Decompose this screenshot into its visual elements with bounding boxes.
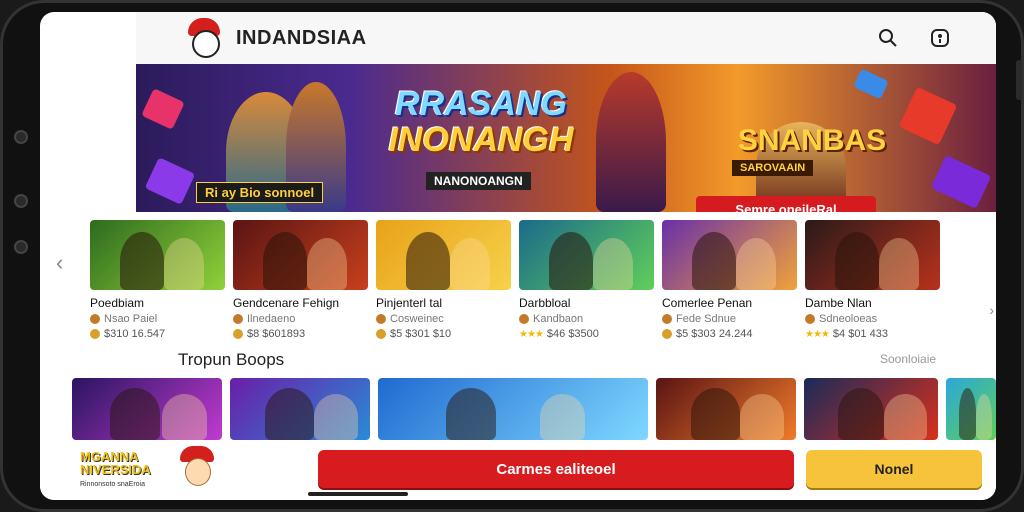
- hero-left-tag: Ri ay Bio sonnoel: [196, 182, 324, 203]
- game-card[interactable]: Poedbiam Nsao Paiel $310 16.547: [90, 220, 225, 340]
- coin-icon: [376, 329, 386, 339]
- coin-icon: [233, 329, 243, 339]
- publisher-icon: [376, 314, 386, 324]
- sensor-icon: [16, 242, 26, 252]
- primary-cta-button[interactable]: Carmes ealiteoel: [318, 450, 794, 488]
- game-tile[interactable]: [656, 378, 796, 440]
- publisher-icon: [662, 314, 672, 324]
- game-card[interactable]: Dambe Nlan Sdneoloeas ★★★ $4 $01 433: [805, 220, 940, 340]
- game-meta: $310 16.547: [90, 328, 225, 340]
- hero-character: [596, 72, 666, 212]
- publisher-icon: [805, 314, 815, 324]
- profile-icon[interactable]: [928, 26, 952, 50]
- avatar[interactable]: [178, 446, 216, 486]
- publisher-icon: [233, 314, 243, 324]
- game-subtitle: Kandbaon: [519, 313, 654, 325]
- section-see-all-link[interactable]: Soonloiaie: [880, 352, 936, 366]
- game-thumbnail[interactable]: [519, 220, 654, 290]
- game-title[interactable]: Dambe Nlan: [805, 296, 940, 310]
- rating-stars-icon: ★★★: [805, 328, 830, 340]
- phone-frame: INDANDSIAA RRASANG INONANGH NANONOANGN R…: [0, 0, 1024, 512]
- game-tile[interactable]: [230, 378, 370, 440]
- game-tile[interactable]: [804, 378, 938, 440]
- search-icon[interactable]: [876, 26, 900, 50]
- game-title[interactable]: Pinjenterl tal: [376, 296, 511, 310]
- app-screen: INDANDSIAA RRASANG INONANGH NANONOANGN R…: [40, 12, 996, 500]
- app-title: INDANDSIAA: [236, 26, 367, 49]
- game-subtitle: Nsao Paiel: [90, 313, 225, 325]
- home-indicator: [308, 492, 408, 496]
- publisher-icon: [90, 314, 100, 324]
- game-card[interactable]: Pinjenterl tal Cosweinec $5 $301 $10: [376, 220, 511, 340]
- game-tile[interactable]: [946, 378, 996, 440]
- chevron-right-icon[interactable]: ›: [989, 302, 994, 318]
- game-thumbnail[interactable]: [662, 220, 797, 290]
- game-meta: $5 $303 24.244: [662, 328, 797, 340]
- hero-right-title: SNANBAS: [737, 124, 887, 157]
- game-title[interactable]: Comerlee Penan: [662, 296, 797, 310]
- game-thumbnail[interactable]: [376, 220, 511, 290]
- hero-cta-button[interactable]: Semre oneileRal: [696, 196, 876, 212]
- section-title: Tropun Boops: [178, 350, 285, 369]
- game-meta: ★★★ $4 $01 433: [805, 328, 888, 340]
- game-title[interactable]: Poedbiam: [90, 296, 225, 310]
- game-thumbnail[interactable]: [233, 220, 368, 290]
- game-subtitle: Cosweinec: [376, 313, 511, 325]
- game-meta: ★★★ $46 $3500: [519, 328, 599, 340]
- game-meta: $5 $301 $10: [376, 328, 511, 340]
- game-card[interactable]: Gendcenare Fehign Ilnedaeno $8 $601893: [233, 220, 368, 340]
- volume-button: [1016, 60, 1022, 100]
- rating-stars-icon: ★★★: [519, 328, 544, 340]
- game-thumbnail[interactable]: [805, 220, 940, 290]
- secondary-button[interactable]: Nonel: [806, 450, 982, 488]
- game-subtitle: Fede Sdnue: [662, 313, 797, 325]
- game-subtitle: Sdneoloeas: [805, 313, 940, 325]
- chevron-left-icon[interactable]: ‹: [56, 250, 63, 276]
- game-tile[interactable]: [378, 378, 648, 440]
- camera-icon: [16, 132, 26, 142]
- app-logo[interactable]: [184, 18, 224, 58]
- game-thumbnail[interactable]: [90, 220, 225, 290]
- game-subtitle: Ilnedaeno: [233, 313, 368, 325]
- hero-right-subtitle: SAROVAAIN: [732, 160, 814, 176]
- hero-banner[interactable]: RRASANG INONANGH NANONOANGN Ri ay Bio so…: [136, 64, 996, 212]
- game-tile[interactable]: [72, 378, 222, 440]
- app-header: INDANDSIAA: [136, 12, 996, 65]
- bottom-bar: MGANNA NIVERSIDA Rinnonsoto snaEroia Car…: [40, 440, 996, 500]
- game-meta: $8 $601893: [233, 328, 368, 340]
- hero-title: RRASANG INONANGH: [388, 85, 574, 159]
- tile-row: [72, 378, 996, 440]
- hero-subtitle: NANONOANGN: [426, 172, 531, 190]
- game-title[interactable]: Darbbloal: [519, 296, 654, 310]
- coin-icon: [90, 329, 100, 339]
- game-row: Poedbiam Nsao Paiel $310 16.547 Gendcenare …: [90, 220, 940, 340]
- brand-logo[interactable]: MGANNA NIVERSIDA Rinnonsoto snaEroia: [80, 450, 168, 491]
- game-title[interactable]: Gendcenare Fehign: [233, 296, 368, 310]
- publisher-icon: [519, 314, 529, 324]
- game-card[interactable]: Comerlee Penan Fede Sdnue $5 $303 24.244: [662, 220, 797, 340]
- coin-icon: [662, 329, 672, 339]
- sensor-icon: [16, 196, 26, 206]
- game-card[interactable]: Darbbloal Kandbaon ★★★ $46 $3500: [519, 220, 654, 340]
